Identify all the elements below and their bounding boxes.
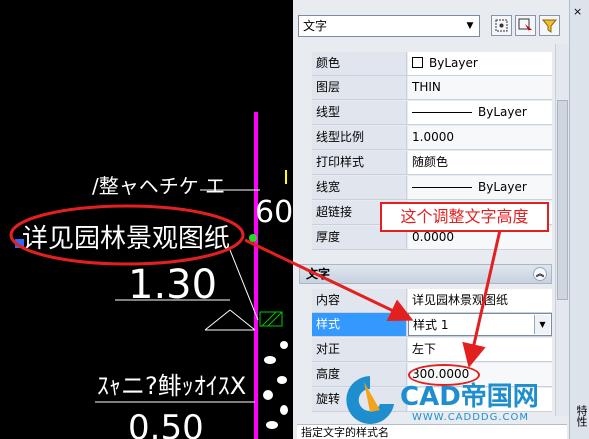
prop-value-text: ByLayer (478, 105, 527, 119)
text-bottom-partial: ｽｬニ?鲱ｯｵｲｽX (97, 372, 246, 400)
prop-value-text: 样式 1 (413, 318, 449, 332)
prop-row-linetype[interactable]: 线型 ByLayer (312, 101, 552, 125)
prop-label: 内容 (312, 289, 407, 312)
watermark: CAD帝国网 WWW.CADDDG.COM (340, 366, 580, 436)
prop-row-color[interactable]: 颜色 ByLayer (312, 52, 552, 76)
prop-row-plot-style[interactable]: 打印样式 随颜色 (312, 151, 552, 175)
brand-logo-icon (346, 376, 394, 424)
tri-left (204, 309, 231, 331)
text-main-label: 详见园林景观图纸 (22, 224, 230, 254)
prop-row-justify[interactable]: 对正 左下 (312, 338, 552, 362)
prop-value[interactable]: ByLayer (408, 101, 552, 124)
prop-value[interactable]: 详见园林景观图纸 (408, 289, 552, 312)
text-top-partial: /整ャヘチケ エ (92, 174, 225, 198)
prop-value-text: ByLayer (429, 56, 478, 70)
grip-right (249, 234, 257, 242)
linetype-swatch-icon (412, 112, 472, 113)
pickadd-icon (495, 19, 508, 32)
color-swatch-icon (412, 57, 423, 68)
prop-row-lineweight[interactable]: 线宽 ByLayer (312, 176, 552, 200)
quick-select-icon (541, 19, 558, 33)
stone-hatch (263, 341, 288, 429)
prop-label: 图层 (312, 76, 407, 99)
chevron-down-icon[interactable]: ▼ (534, 315, 550, 334)
watermark-brand: CAD帝国网 (400, 382, 539, 412)
prop-value[interactable]: 左下 (408, 338, 552, 361)
chevron-down-icon: ▼ (466, 21, 474, 31)
prop-value[interactable]: ByLayer (408, 176, 552, 199)
prop-label: 打印样式 (312, 151, 407, 174)
select-objects-icon (518, 18, 532, 33)
drawing-canvas[interactable]: /整ャヘチケ エ 60 详见园林景观图纸 1.30 ｽｬニ?鲱ｯｵｲｽX 0.5… (0, 0, 293, 439)
select-objects-button[interactable] (515, 15, 536, 36)
prop-label: 对正 (312, 338, 407, 361)
text-side-digits: 60 (255, 195, 293, 230)
prop-label: 线型 (312, 101, 407, 124)
object-type-select[interactable]: 文字 ▼ (298, 15, 480, 37)
palette-scrollbar[interactable] (555, 44, 569, 416)
prop-label: 样式 (312, 313, 407, 336)
prop-row-layer[interactable]: 图层 THIN (312, 76, 552, 100)
tri-right (229, 309, 256, 331)
prop-value[interactable]: 随颜色 (408, 151, 552, 174)
prop-value[interactable]: THIN (408, 76, 552, 99)
drawing-svg: /整ャヘチケ エ 60 详见园林景观图纸 1.30 ｽｬニ?鲱ｯｵｲｽX 0.5… (9, 112, 293, 439)
text-dim-value: 1.30 (128, 262, 217, 308)
prop-value[interactable]: ByLayer (408, 52, 552, 75)
prop-label: 线宽 (312, 176, 407, 199)
watermark-url: WWW.CADDDG.COM (412, 412, 530, 423)
text-bottom-value: 0.50 (128, 408, 204, 439)
prop-label: 颜色 (312, 52, 407, 75)
scrollbar-thumb[interactable] (557, 100, 568, 300)
height-callout: 这个调整文字高度 (380, 202, 549, 232)
text-section-header[interactable]: 文字 ︽ (299, 264, 552, 284)
toggle-pickadd-button[interactable] (491, 15, 512, 36)
collapse-chevron-icon[interactable]: ︽ (533, 267, 547, 281)
prop-row-contents[interactable]: 内容 详见园林景观图纸 (312, 289, 552, 313)
leader-diag (229, 249, 259, 321)
prop-row-linetype-scale[interactable]: 线型比例 1.0000 (312, 126, 552, 150)
prop-value[interactable]: 1.0000 (408, 126, 552, 149)
green-hatch (259, 311, 283, 327)
close-icon[interactable]: × (573, 5, 582, 18)
prop-value-text: ByLayer (478, 180, 527, 194)
prop-label: 线型比例 (312, 126, 407, 149)
lineweight-swatch-icon (412, 187, 472, 188)
style-dropdown[interactable]: 样式 1 ▼ (408, 313, 552, 336)
quick-select-button[interactable] (539, 15, 560, 36)
section-title: 文字 (306, 267, 331, 281)
object-type-value: 文字 (303, 19, 328, 33)
prop-row-style[interactable]: 样式 样式 1 ▼ (312, 313, 552, 337)
